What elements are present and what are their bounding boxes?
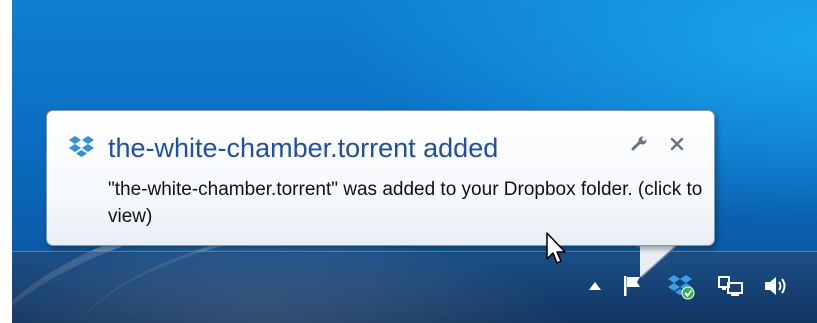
balloon-tail — [640, 243, 678, 277]
show-hidden-icons-arrow-icon[interactable] — [580, 271, 610, 301]
close-icon[interactable] — [665, 132, 689, 156]
volume-icon[interactable] — [762, 271, 792, 301]
notification-body[interactable]: "the-white-chamber.torrent" was added to… — [108, 176, 708, 230]
screen: the-white-chamber.torrent added "the-whi… — [0, 0, 817, 323]
arrow-cursor — [545, 231, 569, 267]
notification-title[interactable]: the-white-chamber.torrent added — [108, 133, 498, 164]
dropbox-icon — [68, 134, 96, 162]
wrench-icon[interactable] — [627, 132, 653, 156]
network-icon[interactable] — [716, 271, 746, 301]
